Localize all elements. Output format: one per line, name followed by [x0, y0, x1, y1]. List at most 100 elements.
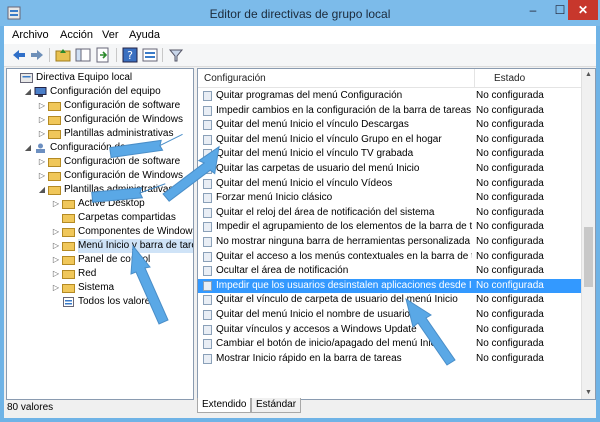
policy-setting-icon [203, 207, 212, 218]
policy-row[interactable]: No mostrar ninguna barra de herramientas… [198, 235, 581, 249]
policy-state: No configurada [476, 104, 544, 116]
expand-toggle-icon[interactable]: ◢ [23, 141, 33, 155]
menu-bar: Archivo Acción Ver Ayuda [4, 26, 596, 44]
view-tabs: Extendido Estándar [197, 398, 497, 414]
policy-state: No configurada [476, 221, 544, 233]
folder-icon [62, 270, 75, 279]
policy-row[interactable]: Quitar programas del menú Configuración N… [198, 89, 581, 103]
column-divider[interactable] [474, 69, 475, 87]
computer-icon [34, 87, 47, 97]
expand-toggle-icon[interactable]: ▷ [37, 113, 47, 127]
policy-row[interactable]: Quitar del menú Inicio el nombre de usua… [198, 308, 581, 322]
tree-item-label: Menú Inicio y barra de tareas [78, 239, 193, 253]
expand-toggle-icon[interactable]: ◢ [37, 183, 47, 197]
policy-state: No configurada [476, 236, 544, 247]
policy-name: Quitar del menú Inicio el vínculo Descar… [216, 119, 409, 131]
policy-row[interactable]: Impedir cambios en la configuración de l… [198, 104, 581, 118]
policy-row[interactable]: Mostrar Inicio rápido en la barra de tar… [198, 352, 581, 366]
tree-item-label: Configuración de software [64, 156, 181, 167]
folder-icon [48, 172, 61, 181]
export-list-icon[interactable] [94, 46, 112, 64]
expand-toggle-icon[interactable]: ▷ [51, 281, 61, 295]
policy-row[interactable]: Quitar del menú Inicio el vínculo Vídeos… [198, 177, 581, 191]
menu-accion[interactable]: Acción [60, 29, 93, 41]
scroll-down-icon[interactable]: ▼ [582, 387, 595, 399]
tree-item-label: Todos los valores [78, 296, 156, 307]
policy-row[interactable]: Ocultar el área de notificación No config… [198, 264, 581, 278]
vertical-scrollbar[interactable]: ▲ ▼ [581, 69, 595, 399]
expand-toggle-icon[interactable]: ▷ [37, 169, 47, 183]
window-title: Editor de directivas de grupo local [209, 7, 391, 21]
tab-estandar[interactable]: Estándar [251, 398, 302, 413]
expand-toggle-icon[interactable]: ▷ [51, 239, 61, 253]
back-icon[interactable] [10, 46, 28, 64]
menu-archivo[interactable]: Archivo [12, 29, 49, 41]
policy-row[interactable]: Impedir que los usuarios desinstalen apl… [198, 278, 581, 293]
policy-state: No configurada [476, 177, 544, 189]
expand-toggle-icon[interactable]: ◢ [23, 85, 33, 99]
policy-row[interactable]: Forzar menú Inicio clásico No configurada [198, 191, 581, 205]
policy-row[interactable]: Quitar del menú Inicio el vínculo TV gra… [198, 147, 581, 161]
policy-name: Quitar del menú Inicio el vínculo Grupo … [216, 133, 442, 145]
policy-state: No configurada [476, 163, 544, 174]
filter-icon[interactable] [167, 46, 185, 64]
up-folder-icon[interactable] [54, 46, 72, 64]
expand-toggle-icon[interactable]: ▷ [37, 127, 47, 141]
policy-state: No configurada [476, 309, 544, 320]
folder-icon [48, 102, 61, 111]
policy-row[interactable]: Impedir el agrupamiento de los elementos… [198, 220, 581, 234]
help-icon[interactable]: ? [121, 46, 139, 64]
column-header-estado[interactable]: Estado [494, 73, 525, 84]
tree-item-label: Carpetas compartidas [78, 212, 176, 223]
policy-row[interactable]: Quitar el vínculo de carpeta de usuario … [198, 293, 581, 307]
tree-item-label: Componentes de Windows [78, 226, 194, 237]
minimize-button[interactable]: – [519, 0, 547, 20]
tree-item-label: Panel de control [78, 254, 151, 265]
show-hide-tree-icon[interactable] [74, 46, 92, 64]
policy-name: No mostrar ninguna barra de herramientas… [216, 236, 472, 247]
policy-setting-icon [203, 310, 212, 320]
policy-state: No configurada [476, 265, 544, 277]
close-button[interactable]: ✕ [568, 0, 598, 20]
policy-row[interactable]: Quitar el acceso a los menús contextuale… [198, 250, 581, 264]
policy-row[interactable]: Cambiar el botón de inicio/apagado del m… [198, 337, 581, 351]
tab-extendido[interactable]: Extendido [197, 398, 252, 413]
policy-row[interactable]: Quitar las carpetas de usuario del menú … [198, 162, 581, 176]
policy-name: Forzar menú Inicio clásico [216, 192, 333, 204]
expand-toggle-icon[interactable]: ▷ [37, 99, 47, 113]
tree-item-label: Active Desktop [78, 198, 145, 209]
title-bar[interactable]: Editor de directivas de grupo local – ☐ … [0, 0, 600, 26]
policy-setting-icon [203, 353, 212, 364]
menu-ver[interactable]: Ver [102, 29, 119, 41]
expand-toggle-icon[interactable]: ▷ [51, 197, 61, 211]
column-header-configuracion[interactable]: Configuración [204, 73, 266, 84]
properties-icon[interactable] [141, 46, 159, 64]
folder-icon [62, 242, 75, 251]
menu-ayuda[interactable]: Ayuda [129, 29, 160, 41]
policy-row[interactable]: Quitar del menú Inicio el vínculo Grupo … [198, 133, 581, 147]
policy-state: No configurada [476, 148, 544, 160]
expand-toggle-icon[interactable]: ▷ [37, 155, 47, 169]
policy-row[interactable]: Quitar del menú Inicio el vínculo Descar… [198, 118, 581, 132]
policy-setting-icon [203, 134, 212, 145]
tree-item-label: Configuración de software [64, 100, 181, 111]
folder-icon [48, 158, 61, 167]
forward-icon[interactable] [28, 46, 46, 64]
policy-name: Quitar el acceso a los menús contextuale… [216, 250, 472, 262]
policy-list[interactable]: Configuración Estado Quitar programas de… [197, 68, 596, 400]
expand-toggle-icon[interactable]: ▷ [51, 253, 61, 267]
expand-toggle-icon[interactable]: ▷ [51, 225, 61, 239]
policy-name: Quitar programas del menú Configuración [216, 90, 403, 101]
policy-name: Ocultar el área de notificación [216, 265, 349, 277]
scroll-thumb[interactable] [584, 227, 593, 287]
tree-item-label: Directiva Equipo local [36, 72, 133, 83]
policy-row[interactable]: Quitar vínculos y accesos a Windows Upda… [198, 323, 581, 337]
policy-name: Quitar el reloj del área de notificación… [216, 206, 435, 218]
scroll-up-icon[interactable]: ▲ [582, 69, 595, 81]
expand-toggle-icon[interactable]: ▷ [51, 267, 61, 281]
policy-state: No configurada [476, 119, 544, 131]
policy-row[interactable]: Quitar el reloj del área de notificación… [198, 206, 581, 220]
tree-pane[interactable]: Directiva Equipo local ◢ Configuración del… [6, 68, 194, 400]
policy-setting-icon [203, 120, 212, 131]
policy-setting-icon [203, 164, 212, 174]
